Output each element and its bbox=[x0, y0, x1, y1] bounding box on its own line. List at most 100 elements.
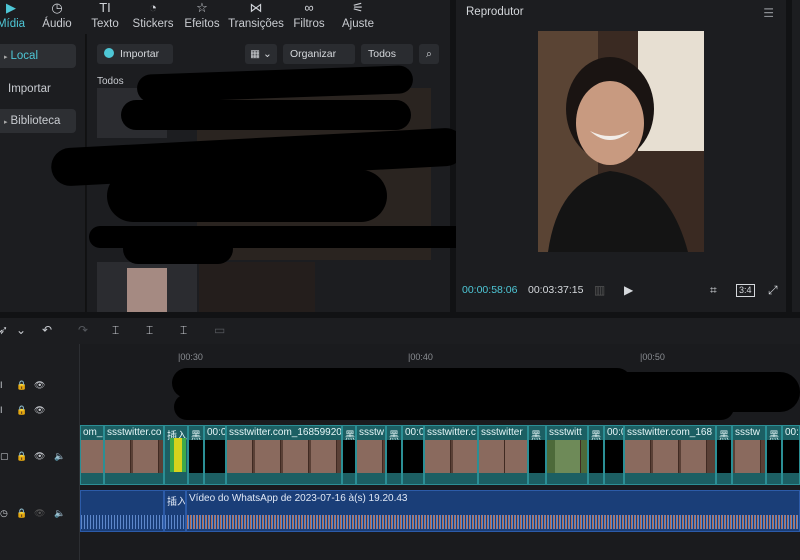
cursor-icon[interactable]: ➶ bbox=[0, 323, 8, 337]
plus-icon bbox=[104, 48, 114, 58]
chevron-down-icon[interactable]: ⌄ bbox=[16, 323, 26, 337]
lock-icon[interactable]: 🔒 bbox=[16, 451, 27, 462]
video-clip[interactable]: ssstwitter.com_16859920 bbox=[226, 425, 342, 485]
clip-frames bbox=[205, 440, 225, 473]
media-thumbnail[interactable] bbox=[199, 262, 315, 312]
clip-frames bbox=[357, 440, 385, 473]
tab-effects[interactable]: ☆ Efeitos bbox=[182, 0, 222, 34]
eye-icon[interactable]: 👁 bbox=[34, 380, 45, 391]
video-clip[interactable]: 黑 bbox=[386, 425, 402, 485]
tab-stickers[interactable]: ◔ Stickers bbox=[131, 0, 175, 34]
transition-icon: ⋈ bbox=[249, 0, 263, 15]
tab-media[interactable]: ▶ Mídia bbox=[0, 0, 28, 34]
top-toolbar: ▶ Mídia ◷ Áudio TI Texto ◔ Stickers ☆ Ef… bbox=[0, 0, 450, 34]
lock-icon[interactable]: 🔒 bbox=[16, 380, 27, 391]
ruler-tick: |00:50 bbox=[640, 352, 665, 362]
tab-transitions[interactable]: ⋈ Transições bbox=[228, 0, 284, 34]
tab-filters[interactable]: ∞ Filtros bbox=[292, 0, 326, 34]
clip-frames bbox=[547, 440, 587, 473]
speaker-icon[interactable]: 🔈 bbox=[54, 451, 65, 462]
video-clip[interactable]: 黑 bbox=[588, 425, 604, 485]
video-clip[interactable]: ssstwitt bbox=[546, 425, 588, 485]
clip-frames bbox=[403, 440, 423, 473]
lock-icon[interactable]: 🔒 bbox=[16, 405, 27, 416]
video-clip[interactable]: ssstw bbox=[356, 425, 386, 485]
tab-adjust[interactable]: ⚟ Ajuste bbox=[340, 0, 376, 34]
lock-icon[interactable]: 🔒 bbox=[16, 508, 27, 519]
sidebar-item-import[interactable]: Importar bbox=[0, 77, 76, 101]
clip-frames bbox=[717, 440, 731, 473]
video-clip[interactable]: 00:0 bbox=[782, 425, 800, 485]
clip-frames bbox=[387, 440, 401, 473]
timeline-toolbar: ➶ ⌄ ↶ ↷ ⌶ ⌶ ⌶ ▭ bbox=[0, 318, 800, 344]
sticker-icon: ◔ bbox=[149, 0, 157, 15]
video-clip[interactable]: 00:0 bbox=[402, 425, 424, 485]
redaction-mark bbox=[121, 100, 411, 130]
caret-icon: ▸ bbox=[4, 54, 8, 61]
video-clip[interactable]: ssstwitter.c bbox=[424, 425, 478, 485]
grid-icon: ▦ ⌄ bbox=[250, 48, 272, 60]
clip-frames bbox=[605, 440, 623, 473]
undo-icon[interactable]: ↶ bbox=[42, 323, 52, 337]
sidebar-item-library[interactable]: ▸ Biblioteca bbox=[0, 109, 76, 133]
video-clip[interactable]: 黑 bbox=[342, 425, 356, 485]
trim-right-icon[interactable]: ⌶ bbox=[180, 323, 187, 338]
sidebar-item-local[interactable]: ▸ Local bbox=[0, 44, 76, 68]
audio-track-icon: ◷ bbox=[0, 508, 8, 518]
play-button[interactable]: ▶ bbox=[624, 283, 633, 297]
media-thumbnail[interactable] bbox=[97, 262, 197, 312]
clip-frames bbox=[343, 440, 355, 473]
clip-frames bbox=[189, 440, 203, 473]
video-clip[interactable]: om_ bbox=[80, 425, 104, 485]
redo-icon[interactable]: ↷ bbox=[78, 323, 88, 337]
tab-text[interactable]: TI Texto bbox=[88, 0, 122, 34]
fullscreen-button[interactable]: ⤢ bbox=[768, 283, 778, 298]
menu-icon[interactable]: ☰ bbox=[763, 6, 774, 20]
video-clip[interactable]: ssstw bbox=[732, 425, 766, 485]
trim-left-icon[interactable]: ⌶ bbox=[146, 323, 153, 338]
import-button[interactable]: Importar bbox=[97, 44, 173, 64]
view-toggle-button[interactable]: ▦ ⌄ bbox=[245, 44, 277, 64]
split-icon[interactable]: ⌶ bbox=[112, 323, 119, 338]
fullscreen-crop-button[interactable]: ⌗ bbox=[710, 283, 717, 298]
video-clip[interactable]: ssstwitter.co bbox=[104, 425, 164, 485]
tab-audio[interactable]: ◷ Áudio bbox=[40, 0, 74, 34]
timeline-ruler[interactable]: |00:30 |00:40 |00:50 bbox=[80, 344, 800, 362]
player-title: Reprodutor bbox=[466, 6, 524, 18]
text-track-icon: I bbox=[0, 405, 3, 415]
filter-all-button[interactable]: Todos ⏷ bbox=[361, 44, 413, 80]
video-clip[interactable]: ssstwitter.com_168 bbox=[624, 425, 716, 485]
text-track-icon: I bbox=[0, 380, 3, 390]
audio-icon: ◷ bbox=[51, 0, 63, 15]
effects-icon: ☆ bbox=[196, 0, 208, 15]
aspect-ratio-button[interactable]: 3:4 bbox=[736, 284, 755, 297]
clip-frames bbox=[479, 440, 527, 473]
video-clip[interactable]: 黑 bbox=[528, 425, 546, 485]
video-preview[interactable] bbox=[538, 31, 704, 252]
video-clip[interactable]: 黑 bbox=[716, 425, 732, 485]
play-icon: ▶ bbox=[624, 283, 634, 297]
right-panel-edge bbox=[792, 0, 800, 312]
total-time: 00:03:37:15 bbox=[528, 284, 584, 296]
speaker-icon[interactable]: 🔈 bbox=[54, 508, 65, 519]
search-button[interactable]: ⌕ bbox=[419, 44, 439, 64]
video-clip[interactable]: 黑 bbox=[188, 425, 204, 485]
expand-icon: ⤢ bbox=[768, 283, 778, 297]
sort-button[interactable]: Organizar ☰ bbox=[283, 44, 355, 80]
filmstrip-icon[interactable]: ▥ bbox=[594, 283, 605, 297]
eye-icon[interactable]: 👁 bbox=[34, 405, 45, 416]
video-clip[interactable]: 00:0 bbox=[604, 425, 624, 485]
redaction-mark bbox=[123, 234, 233, 264]
audio-clip[interactable]: Vídeo do WhatsApp de 2023-07-16 à(s) 19.… bbox=[186, 490, 800, 532]
audio-clip[interactable]: 插入 bbox=[164, 490, 186, 532]
media-icon: ▶ bbox=[6, 0, 16, 15]
eye-icon[interactable]: 👁 bbox=[34, 451, 45, 462]
video-clip[interactable]: 00:0 bbox=[204, 425, 226, 485]
redaction-mark bbox=[570, 372, 800, 412]
video-clip[interactable]: ssstwitter bbox=[478, 425, 528, 485]
audio-clip[interactable] bbox=[80, 490, 164, 532]
delete-icon[interactable]: ▭ bbox=[214, 323, 225, 337]
thumbnail-image bbox=[127, 268, 167, 312]
eye-icon[interactable]: 👁 bbox=[34, 508, 45, 519]
video-clip[interactable]: 黑 bbox=[766, 425, 782, 485]
